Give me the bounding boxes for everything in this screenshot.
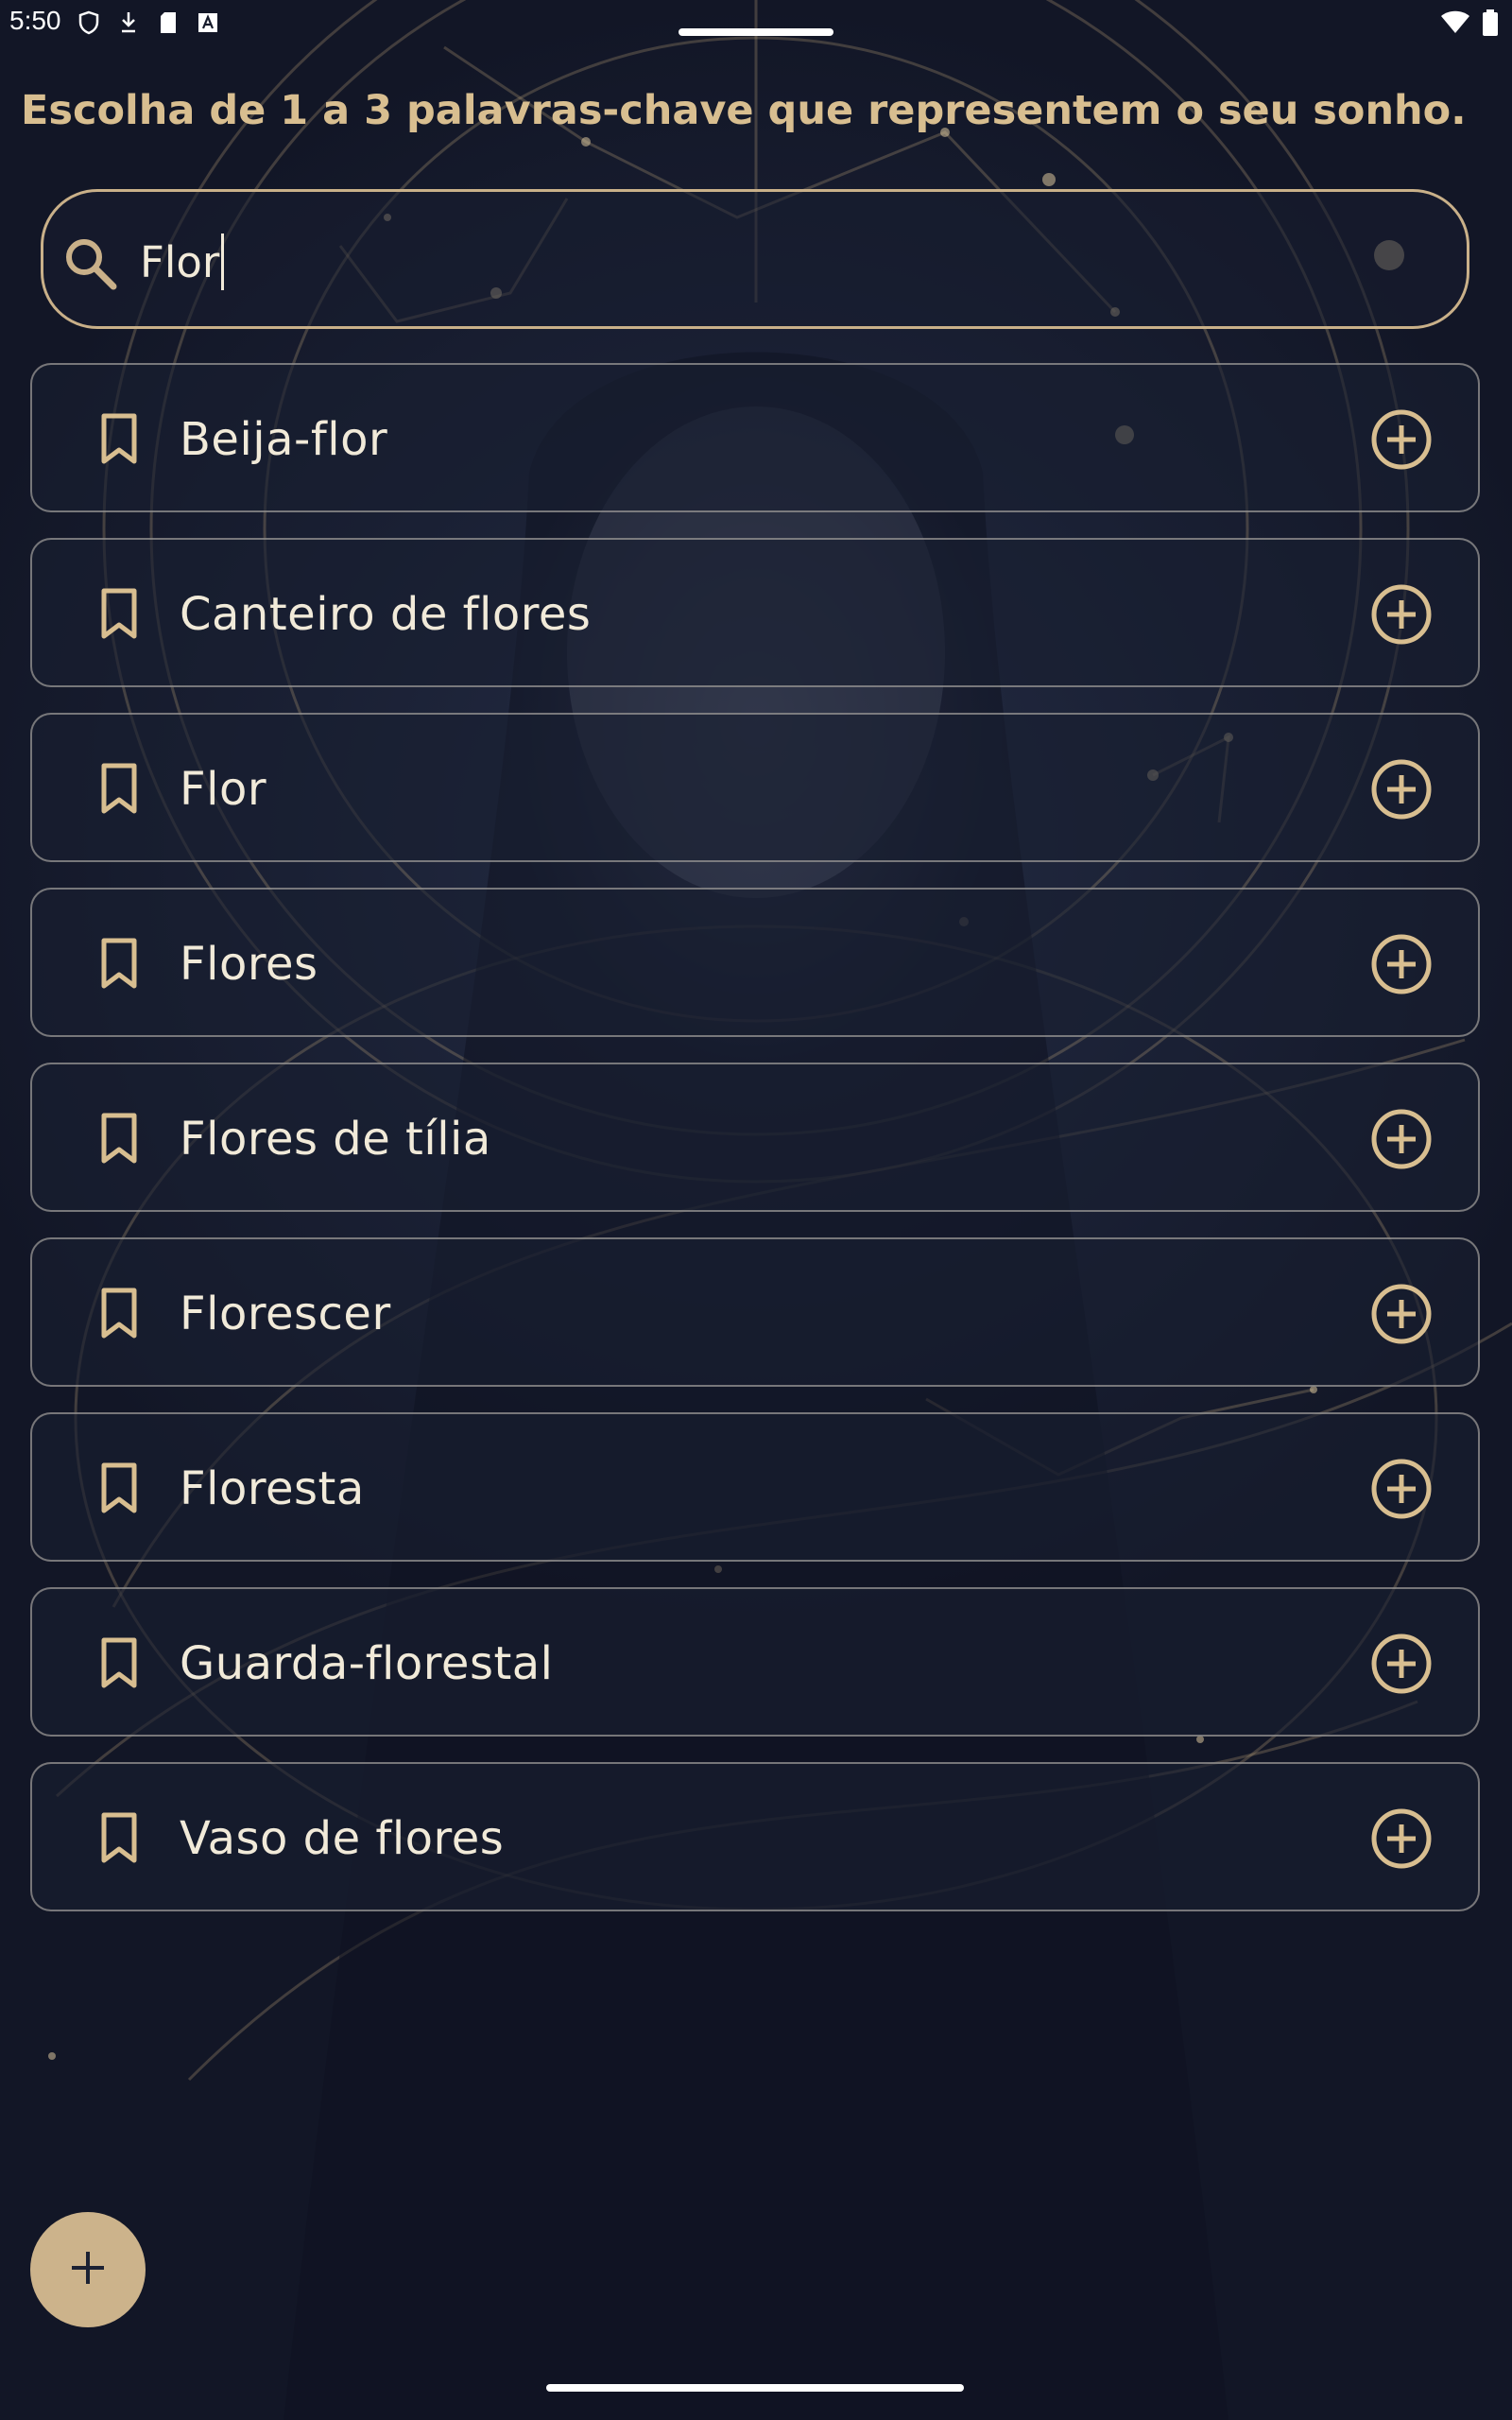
keyword-label: Flores de tília	[180, 1113, 491, 1166]
sd-card-icon	[155, 9, 181, 36]
keyword-label: Florescer	[180, 1288, 391, 1340]
keyword-row[interactable]: Flor	[30, 713, 1480, 862]
keyword-label: Guarda-florestal	[180, 1637, 554, 1690]
add-circle-icon[interactable]	[1368, 756, 1435, 822]
keyword-label: Beija-flor	[180, 413, 388, 466]
keyword-row[interactable]: Beija-flor	[30, 363, 1480, 512]
keyword-label: Flores	[180, 938, 318, 991]
bookmark-icon[interactable]	[91, 1110, 147, 1167]
gesture-nav-handle[interactable]	[546, 2384, 964, 2392]
font-a-icon	[195, 9, 221, 36]
keyword-label: Floresta	[180, 1462, 365, 1515]
keyword-row[interactable]: Canteiro de flores	[30, 538, 1480, 687]
bookmark-icon[interactable]	[91, 1460, 147, 1516]
add-circle-icon[interactable]	[1368, 1456, 1435, 1522]
search-icon	[60, 233, 119, 292]
top-handle	[679, 28, 833, 36]
bookmark-icon[interactable]	[91, 1634, 147, 1691]
bookmark-icon[interactable]	[91, 935, 147, 992]
wifi-icon	[1440, 10, 1470, 39]
plus-icon	[67, 2247, 109, 2292]
keyword-label: Flor	[180, 763, 267, 816]
keyword-row[interactable]: Flores	[30, 888, 1480, 1037]
status-bar: 5:50	[0, 0, 1512, 47]
keyword-row[interactable]: Guarda-florestal	[30, 1587, 1480, 1737]
page-title: Escolha de 1 a 3 palavras-chave que repr…	[21, 87, 1467, 134]
download-arrow-icon	[115, 9, 142, 36]
add-circle-icon[interactable]	[1368, 1806, 1435, 1872]
bookmark-icon[interactable]	[91, 585, 147, 642]
add-circle-icon[interactable]	[1368, 931, 1435, 997]
add-circle-icon[interactable]	[1368, 581, 1435, 648]
keyword-label: Canteiro de flores	[180, 588, 592, 641]
bookmark-icon[interactable]	[91, 1809, 147, 1866]
status-time: 5:50	[9, 6, 61, 35]
search-input[interactable]: Flor	[140, 224, 225, 300]
add-circle-icon[interactable]	[1368, 406, 1435, 473]
add-circle-icon[interactable]	[1368, 1281, 1435, 1347]
battery-icon	[1482, 9, 1499, 40]
search-input-value: Flor	[140, 236, 220, 287]
add-keyword-fab[interactable]	[30, 2212, 146, 2327]
search-field[interactable]: Flor	[41, 189, 1469, 329]
add-circle-icon[interactable]	[1368, 1106, 1435, 1172]
keyword-row[interactable]: Florescer	[30, 1237, 1480, 1387]
keyword-row[interactable]: Floresta	[30, 1412, 1480, 1562]
bookmark-icon[interactable]	[91, 1285, 147, 1341]
keyword-row[interactable]: Vaso de flores	[30, 1762, 1480, 1911]
shield-icon	[76, 9, 102, 36]
add-circle-icon[interactable]	[1368, 1631, 1435, 1697]
bookmark-icon[interactable]	[91, 760, 147, 817]
text-cursor	[221, 233, 225, 290]
keyword-label: Vaso de flores	[180, 1812, 505, 1865]
bookmark-icon[interactable]	[91, 410, 147, 467]
keyword-row[interactable]: Flores de tília	[30, 1063, 1480, 1212]
